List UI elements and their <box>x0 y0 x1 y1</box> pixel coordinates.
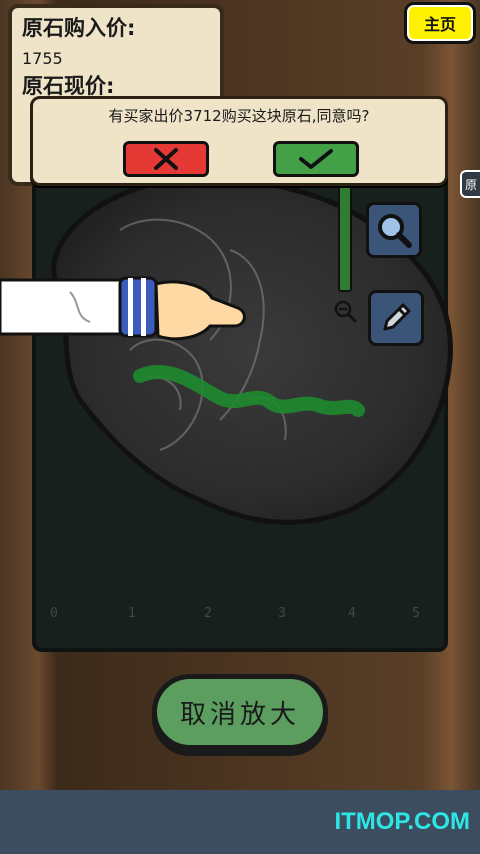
purchase-price-label: 原石购入价: <box>22 16 136 40</box>
pencil-icon <box>383 303 411 331</box>
axis-label: 5 <box>412 606 420 621</box>
close-icon <box>154 148 178 170</box>
offer-dialog: 有买家出价3712购买这块原石,同意吗? <box>30 96 448 186</box>
watermark: ITMOP.COM <box>334 808 470 835</box>
axis-label: 1 <box>128 606 136 621</box>
reject-button[interactable] <box>123 141 209 177</box>
zoom-out-icon[interactable] <box>333 299 357 323</box>
offer-message: 有买家出价3712购买这块原石,同意吗? <box>108 107 370 125</box>
checkmark-icon <box>299 149 333 169</box>
accept-button[interactable] <box>273 141 359 177</box>
magnifier-icon <box>378 214 412 248</box>
axis-label: 2 <box>204 606 212 621</box>
cancel-zoom-button[interactable]: 取消放大 <box>152 674 328 750</box>
axis-label: 4 <box>348 606 356 621</box>
footer-bar: ITMOP.COM <box>0 790 480 854</box>
purchase-price-value: 1755 <box>22 49 63 68</box>
pencil-button[interactable] <box>368 290 424 346</box>
zoom-slider[interactable] <box>338 176 352 292</box>
axis-label: 0 <box>50 606 58 621</box>
home-button[interactable]: 主页 <box>404 2 476 44</box>
axis-label: 3 <box>278 606 286 621</box>
magnifier-button[interactable] <box>366 202 422 258</box>
pointing-hand <box>0 276 246 341</box>
side-tab[interactable]: 原 <box>460 170 480 198</box>
